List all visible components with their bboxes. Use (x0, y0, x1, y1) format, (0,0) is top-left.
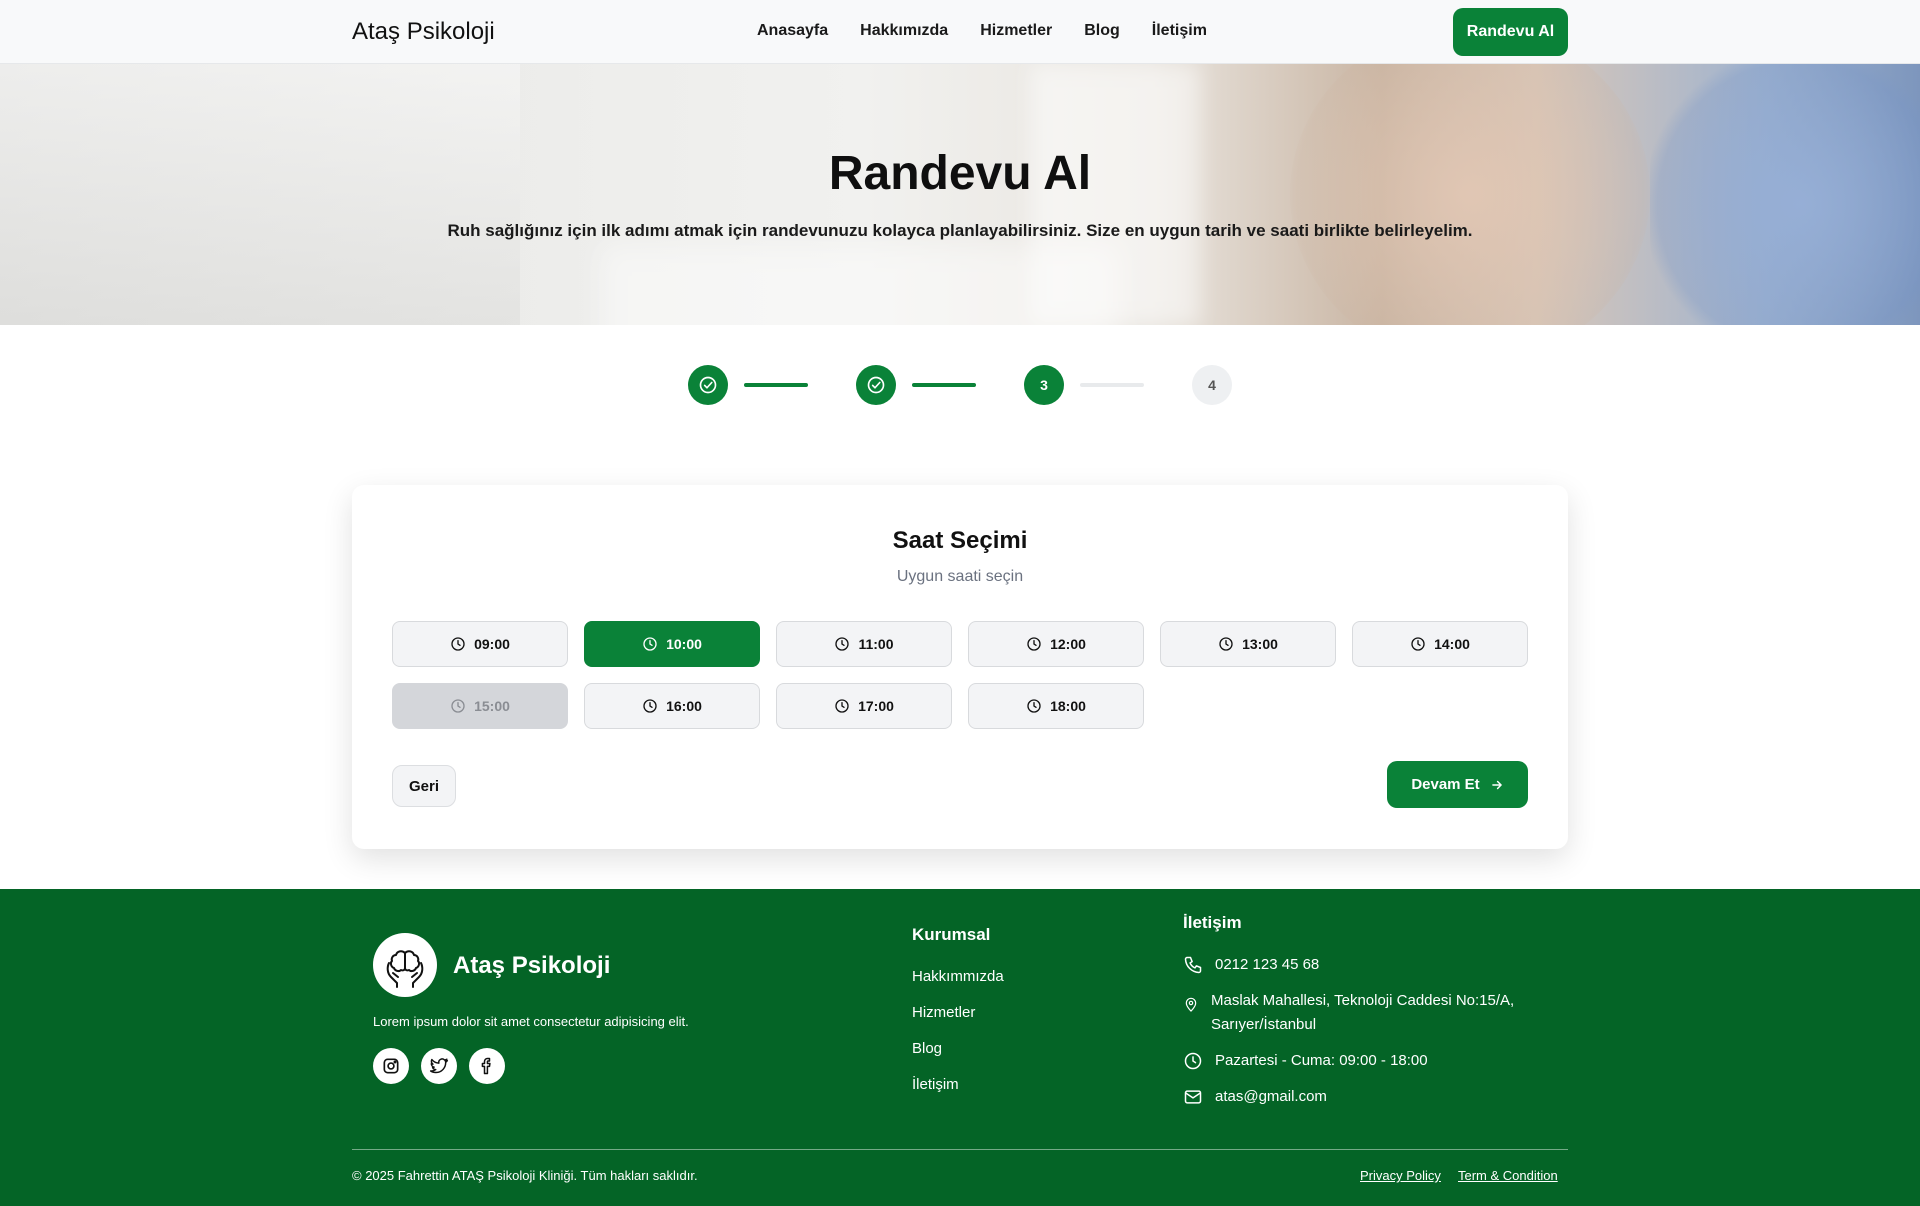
footer-link-contact[interactable]: İletişim (912, 1076, 959, 1093)
card-title: Saat Seçimi (892, 527, 1028, 554)
main-nav: Anasayfa Hakkımızda Hizmetler Blog İleti… (757, 22, 1207, 40)
nav-about[interactable]: Hakkımızda (860, 22, 948, 40)
privacy-policy-link[interactable]: Privacy Policy (1360, 1168, 1441, 1183)
footer-logo[interactable] (373, 933, 437, 997)
clock-icon (643, 637, 657, 651)
instagram-link[interactable] (373, 1048, 409, 1084)
time-slot-1500-disabled: 15:00 (392, 683, 568, 729)
page-title: Randevu Al (828, 147, 1092, 200)
site-header: Ataş Psikoloji Anasayfa Hakkımızda Hizme… (0, 0, 1920, 64)
card-subtitle: Uygun saati seçin (896, 568, 1024, 585)
page-subtitle: Ruh sağlığınız için ilk adımı atmak için… (447, 221, 1473, 240)
footer-divider (352, 1149, 1568, 1150)
copyright-text: © 2025 Fahrettin ATAŞ Psikoloji Kliniği.… (352, 1168, 698, 1183)
step-connector (1080, 383, 1144, 387)
step-4-pending: 4 (1192, 365, 1232, 405)
time-slot-label: 09:00 (474, 636, 510, 652)
time-slot-0900[interactable]: 09:00 (392, 621, 568, 667)
footer-corporate-heading: Kurumsal (912, 925, 991, 944)
clock-icon (1411, 637, 1425, 651)
step-3-active: 3 (1024, 365, 1064, 405)
mail-icon (1184, 1090, 1202, 1104)
twitter-link[interactable] (421, 1048, 457, 1084)
step-connector (912, 383, 976, 387)
check-circle-icon (699, 376, 717, 394)
clock-icon (451, 637, 465, 651)
appointment-button[interactable]: Randevu Al (1453, 8, 1568, 56)
footer-contact-heading: İletişim (1183, 913, 1242, 932)
facebook-icon (481, 1057, 491, 1075)
twitter-icon (429, 1058, 449, 1074)
instagram-icon (383, 1058, 399, 1074)
nav-contact[interactable]: İletişim (1152, 22, 1207, 40)
brain-hands-icon (386, 950, 424, 988)
contact-address: Maslak Mahallesi, Teknoloji Caddesi No:1… (1183, 989, 1514, 1037)
time-slot-label: 12:00 (1050, 636, 1086, 652)
terms-link[interactable]: Term & Condition (1458, 1168, 1558, 1183)
time-slot-1400[interactable]: 14:00 (1352, 621, 1528, 667)
time-slot-label: 18:00 (1050, 698, 1086, 714)
address-line-2: Sarıyer/İstanbul (1211, 1016, 1317, 1033)
time-slot-1100[interactable]: 11:00 (776, 621, 952, 667)
time-slot-label: 16:00 (666, 698, 702, 714)
clock-icon (1219, 637, 1233, 651)
email-text: atas@gmail.com (1215, 1088, 1327, 1105)
time-slot-label: 14:00 (1434, 636, 1470, 652)
clock-icon (451, 699, 465, 713)
hero-sofa (600, 244, 1120, 325)
clock-icon (1184, 1052, 1202, 1070)
footer-link-services[interactable]: Hizmetler (912, 1004, 975, 1021)
footer-link-blog[interactable]: Blog (912, 1040, 942, 1057)
arrow-right-icon (1491, 780, 1502, 789)
time-slot-label: 17:00 (858, 698, 894, 714)
map-pin-icon (1185, 997, 1197, 1012)
continue-label: Devam Et (1411, 776, 1480, 793)
clock-icon (835, 637, 850, 651)
time-slot-1800[interactable]: 18:00 (968, 683, 1144, 729)
clock-icon (1027, 699, 1041, 713)
footer-description: Lorem ipsum dolor sit amet consectetur a… (373, 1014, 689, 1029)
nav-services[interactable]: Hizmetler (980, 22, 1052, 40)
phone-icon (1184, 956, 1202, 974)
time-slot-label: 15:00 (474, 698, 510, 714)
time-slot-1300[interactable]: 13:00 (1160, 621, 1336, 667)
footer-brand: Ataş Psikoloji (453, 952, 611, 979)
check-circle-icon (867, 376, 885, 394)
time-slot-1700[interactable]: 17:00 (776, 683, 952, 729)
phone-text: 0212 123 45 68 (1215, 956, 1320, 973)
time-slot-1600[interactable]: 16:00 (584, 683, 760, 729)
step-1-complete (688, 365, 728, 405)
time-slot-1200[interactable]: 12:00 (968, 621, 1144, 667)
site-footer: Ataş Psikoloji Lorem ipsum dolor sit ame… (0, 889, 1920, 1206)
brand-logo[interactable]: Ataş Psikoloji (352, 18, 495, 46)
time-slot-label: 10:00 (666, 636, 702, 652)
address-line-1: Maslak Mahallesi, Teknoloji Caddesi No:1… (1211, 992, 1515, 1009)
step-connector (744, 383, 808, 387)
continue-button[interactable]: Devam Et (1387, 761, 1528, 808)
time-slot-1000[interactable]: 10:00 (584, 621, 760, 667)
contact-email[interactable]: atas@gmail.com (1183, 1085, 1327, 1109)
step-2-complete (856, 365, 896, 405)
time-slot-label: 13:00 (1242, 636, 1278, 652)
nav-blog[interactable]: Blog (1084, 22, 1120, 40)
time-selection-card: Saat Seçimi Uygun saati seçin 09:00 10:0… (352, 485, 1568, 849)
hours-text: Pazartesi - Cuma: 09:00 - 18:00 (1215, 1052, 1428, 1069)
clock-icon (643, 699, 657, 713)
contact-phone[interactable]: 0212 123 45 68 (1183, 953, 1319, 977)
clock-icon (1027, 637, 1041, 651)
contact-hours: Pazartesi - Cuma: 09:00 - 18:00 (1183, 1049, 1428, 1073)
back-button[interactable]: Geri (392, 765, 456, 807)
facebook-link[interactable] (469, 1048, 505, 1084)
nav-home[interactable]: Anasayfa (757, 22, 828, 40)
footer-link-about[interactable]: Hakkımmızda (912, 968, 1004, 985)
clock-icon (835, 699, 849, 713)
time-slot-label: 11:00 (858, 636, 894, 652)
